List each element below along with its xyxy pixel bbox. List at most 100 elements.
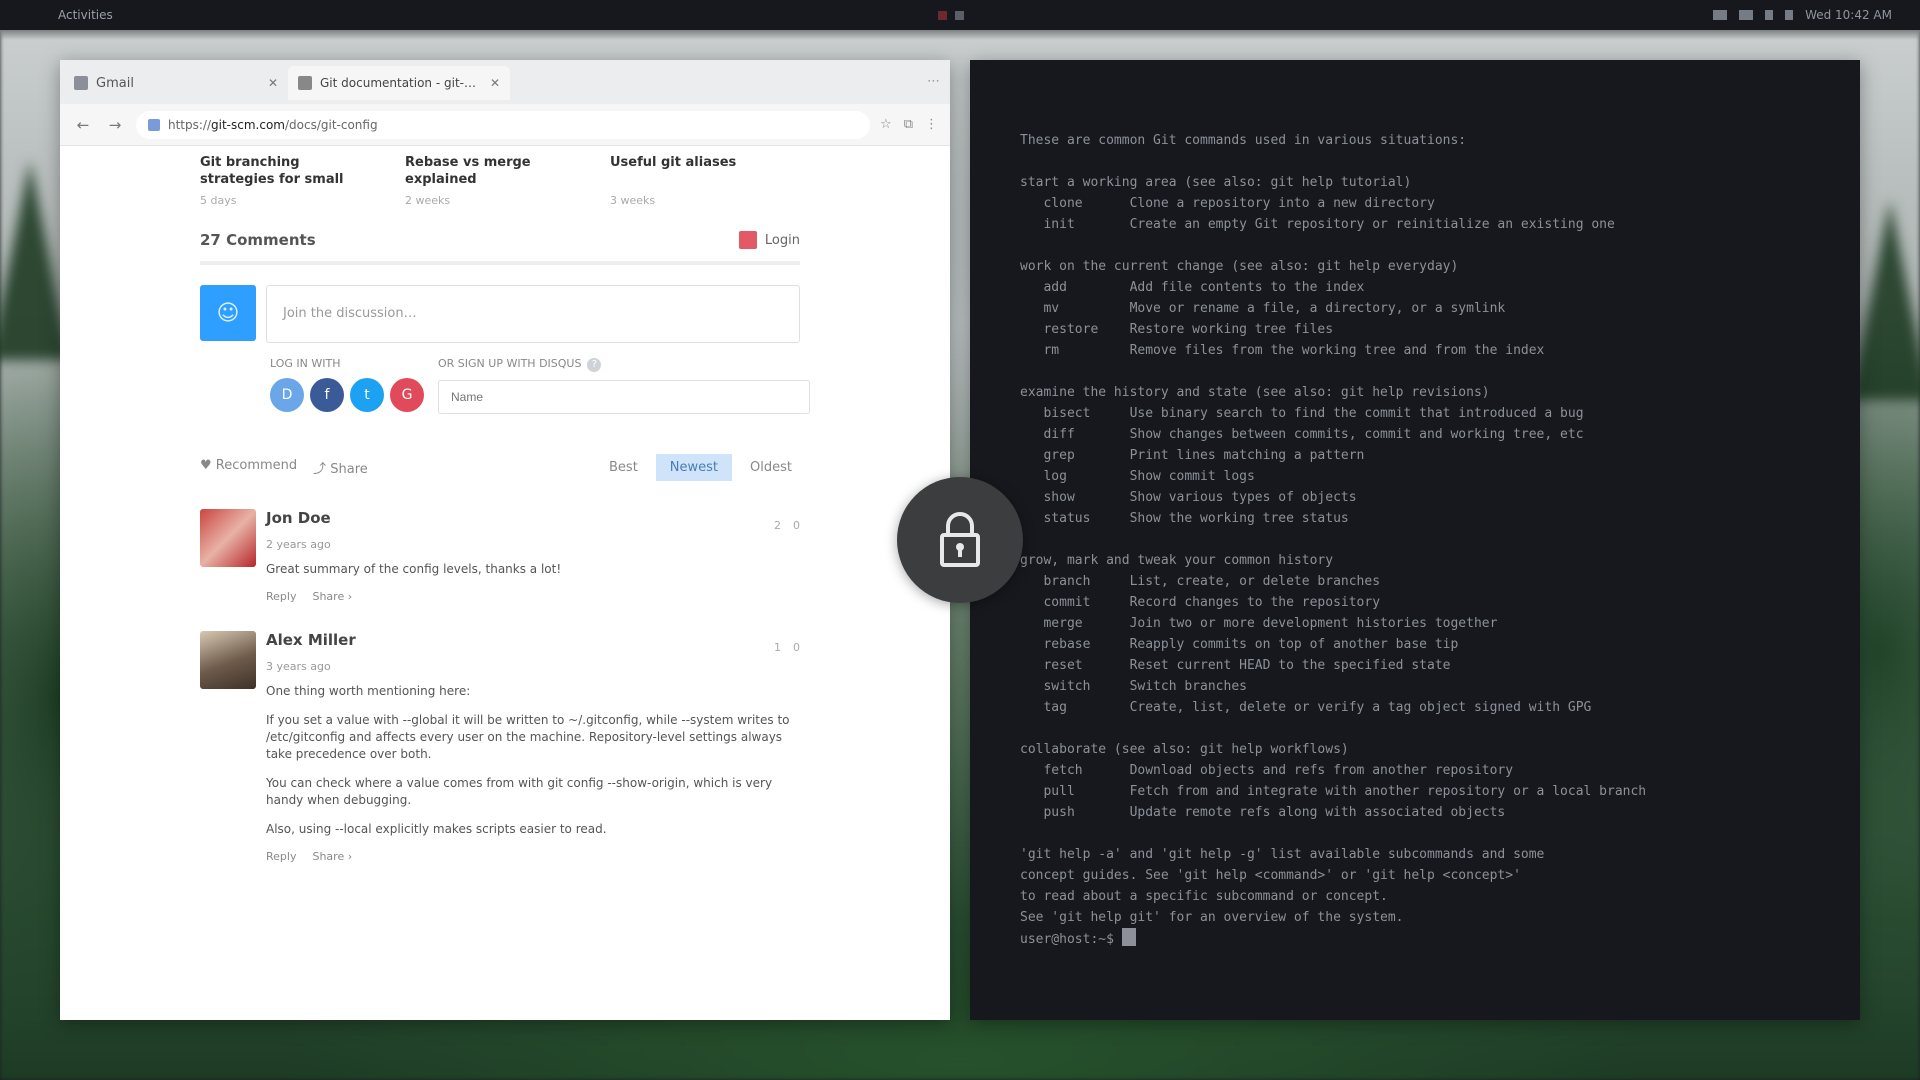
- signup-label: OR SIGN UP WITH DISQUS?: [438, 357, 810, 372]
- page-content[interactable]: Git branching strategies for small teams…: [60, 146, 950, 1020]
- close-icon[interactable]: ✕: [268, 76, 278, 90]
- bookmark-icon[interactable]: ☆: [880, 117, 892, 132]
- terminal-line: grep Print lines matching a pattern: [1020, 448, 1365, 463]
- sort-oldest[interactable]: Oldest: [742, 454, 800, 481]
- login-options: LOG IN WITH D f t G OR SIGN UP WITH DISQ…: [270, 357, 810, 414]
- comment-body: Alex Miller 1 0 3 years ago One thing wo…: [266, 631, 800, 863]
- login-with-label: LOG IN WITH: [270, 357, 341, 370]
- facebook-icon[interactable]: f: [310, 378, 344, 412]
- screen-lock-button[interactable]: [897, 477, 1023, 603]
- tab-title: Gmail: [96, 75, 134, 91]
- terminal-window[interactable]: These are common Git commands used in va…: [970, 60, 1860, 1020]
- terminal-line: user@host:~$: [1020, 928, 1810, 949]
- sort-newest[interactable]: Newest: [655, 454, 733, 481]
- terminal-line: push Update remote refs along with assoc…: [1020, 805, 1506, 820]
- comment-votes: 1 0: [774, 641, 800, 654]
- terminal-line: rebase Reapply commits on top of another…: [1020, 637, 1459, 652]
- terminal-line: work on the current change (see also: gi…: [1020, 259, 1459, 274]
- google-icon[interactable]: G: [390, 378, 424, 412]
- terminal-line: These are common Git commands used in va…: [1020, 133, 1467, 148]
- workspace-dot[interactable]: [938, 11, 947, 20]
- upvote-count[interactable]: 1: [774, 641, 781, 654]
- workspace-indicator[interactable]: [938, 11, 964, 20]
- power-icon[interactable]: [1785, 10, 1794, 20]
- terminal-line: 'git help -a' and 'git help -g' list ava…: [1020, 847, 1545, 862]
- comments-count: 27 Comments: [200, 231, 316, 249]
- comment-actions: Reply Share ›: [266, 590, 800, 603]
- signup: OR SIGN UP WITH DISQUS?: [438, 357, 810, 414]
- clock[interactable]: Wed 10:42 AM: [1805, 8, 1892, 22]
- system-tray[interactable]: Wed 10:42 AM: [1713, 8, 1892, 22]
- browser-window[interactable]: Gmail ✕ Git documentation - git-config ✕…: [60, 60, 950, 1020]
- signup-label-text: OR SIGN UP WITH DISQUS: [438, 357, 582, 370]
- related-meta: 3 weeks: [610, 194, 656, 207]
- downvote-count[interactable]: 0: [793, 641, 800, 654]
- terminal-line: commit Record changes to the repository: [1020, 595, 1381, 610]
- volume-icon[interactable]: [1739, 10, 1754, 20]
- terminal-line: status Show the working tree status: [1020, 511, 1349, 526]
- terminal-line: collaborate (see also: git help workflow…: [1020, 742, 1349, 757]
- battery-icon[interactable]: [1765, 10, 1774, 20]
- wallpaper-tree: [1850, 200, 1920, 400]
- share-button[interactable]: ⤴ Share: [313, 458, 368, 477]
- reply-button[interactable]: Reply: [266, 850, 296, 863]
- back-arrow-icon[interactable]: ←: [72, 116, 94, 134]
- terminal-line: See 'git help git' for an overview of th…: [1020, 910, 1404, 925]
- avatar[interactable]: [200, 509, 256, 567]
- close-icon[interactable]: ✕: [490, 76, 500, 90]
- extensions-icon[interactable]: ⧉: [904, 117, 913, 132]
- comment-author[interactable]: Alex Miller: [266, 631, 356, 654]
- comment-author[interactable]: Jon Doe: [266, 509, 331, 532]
- comment-input[interactable]: Join the discussion…: [266, 285, 800, 343]
- related-article[interactable]: Useful git aliases 3 weeks: [610, 154, 785, 207]
- disqus-login-icon[interactable]: D: [270, 378, 304, 412]
- comment-actions: Reply Share ›: [266, 850, 800, 863]
- reply-button[interactable]: Reply: [266, 590, 296, 603]
- url-input[interactable]: https://git-scm.com/docs/git-config: [136, 110, 871, 139]
- git-favicon-icon: [298, 76, 312, 90]
- forward-arrow-icon[interactable]: →: [104, 116, 126, 134]
- sort-bar: ♥ Recommend ⤴ Share Best Newest Oldest: [200, 454, 800, 481]
- name-input[interactable]: [438, 380, 810, 414]
- terminal-line: mv Move or rename a file, a directory, o…: [1020, 301, 1506, 316]
- comment-header: Jon Doe 2 0: [266, 509, 800, 532]
- terminal-line: fetch Download objects and refs from ano…: [1020, 763, 1514, 778]
- sort-best[interactable]: Best: [601, 454, 646, 481]
- terminal-line: switch Switch branches: [1020, 679, 1247, 694]
- terminal-line: diff Show changes between commits, commi…: [1020, 427, 1584, 442]
- window-menu-icon[interactable]: ⋯: [927, 74, 940, 89]
- share-comment-button[interactable]: Share ›: [312, 850, 352, 863]
- login-button[interactable]: Login: [738, 231, 800, 249]
- sort-options: Best Newest Oldest: [601, 454, 800, 481]
- network-icon[interactable]: [1713, 10, 1728, 20]
- login-label: Login: [764, 232, 800, 248]
- workspace-dot[interactable]: [955, 11, 964, 20]
- twitter-icon[interactable]: t: [350, 378, 384, 412]
- comment-paragraph: You can check where a value comes from w…: [266, 776, 773, 807]
- related-article[interactable]: Rebase vs merge explained 2 weeks: [405, 154, 580, 207]
- terminal-line: concept guides. See 'git help <command>'…: [1020, 868, 1521, 883]
- downvote-count[interactable]: 0: [793, 519, 800, 532]
- related-meta: 2 weeks: [405, 194, 451, 207]
- terminal-line: start a working area (see also: git help…: [1020, 175, 1412, 190]
- panel-shadow: [0, 30, 1920, 40]
- related-article[interactable]: Git branching strategies for small teams…: [200, 154, 375, 207]
- terminal-line: clone Clone a repository into a new dire…: [1020, 196, 1435, 211]
- menu-icon[interactable]: ⋮: [925, 117, 938, 132]
- recommend-button[interactable]: ♥ Recommend: [200, 458, 297, 477]
- related-meta: 5 days: [200, 194, 237, 207]
- help-icon[interactable]: ?: [587, 358, 602, 372]
- avatar[interactable]: [200, 631, 256, 689]
- secure-lock-icon[interactable]: [148, 118, 160, 131]
- top-panel: Activities Wed 10:42 AM: [0, 0, 1920, 30]
- tab-gmail[interactable]: Gmail ✕: [68, 68, 278, 98]
- comment-time[interactable]: 3 years ago: [266, 660, 800, 673]
- activities-button[interactable]: Activities: [58, 8, 113, 22]
- url-path: /docs/git-config: [284, 117, 378, 132]
- social-icons: D f t G: [270, 378, 424, 412]
- upvote-count[interactable]: 2: [774, 519, 781, 532]
- tab-git-docs[interactable]: Git documentation - git-config ✕: [288, 66, 510, 100]
- share-comment-button[interactable]: Share ›: [312, 590, 352, 603]
- comment-time[interactable]: 2 years ago: [266, 538, 800, 551]
